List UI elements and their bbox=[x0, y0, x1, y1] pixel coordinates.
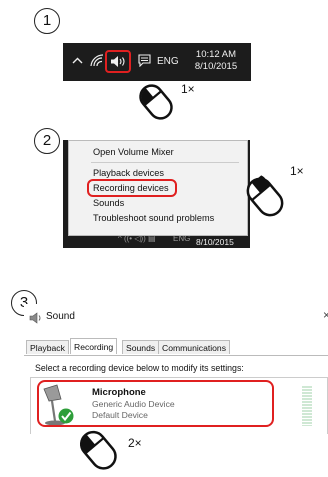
mouse-icon bbox=[139, 84, 173, 120]
mouse-icon bbox=[246, 175, 284, 217]
click-count-label: 2× bbox=[128, 436, 142, 450]
instruction-text: Select a recording device below to modif… bbox=[35, 363, 244, 373]
speaker-app-icon bbox=[29, 311, 43, 329]
chevron-up-icon[interactable] bbox=[72, 56, 83, 69]
wifi-icon[interactable] bbox=[90, 54, 104, 70]
menu-item-sounds[interactable]: Sounds bbox=[93, 196, 124, 210]
action-center-icon[interactable] bbox=[138, 54, 151, 70]
language-indicator[interactable]: ENG bbox=[157, 56, 179, 68]
menu-divider bbox=[91, 162, 239, 163]
menu-item-open-volume-mixer[interactable]: Open Volume Mixer bbox=[93, 145, 174, 159]
clock-date: 8/10/2015 bbox=[196, 237, 234, 247]
tab-playback[interactable]: Playback bbox=[26, 340, 69, 354]
microphone-highlight bbox=[37, 380, 274, 427]
tab-sounds[interactable]: Sounds bbox=[122, 340, 160, 354]
speaker-highlight bbox=[105, 50, 131, 73]
clock[interactable]: 10:12 AM 8/10/2015 bbox=[185, 49, 247, 73]
mouse-icon bbox=[79, 430, 117, 470]
step-1-number: 1 bbox=[34, 8, 60, 34]
clock-date: 8/10/2015 bbox=[194, 61, 238, 72]
click-count-label: 1× bbox=[290, 164, 304, 178]
recording-devices-highlight bbox=[87, 179, 177, 197]
taskbar-tray: ENG 10:12 AM 8/10/2015 bbox=[63, 43, 251, 81]
tab-strip: Playback Recording Sounds Communications bbox=[24, 338, 328, 356]
close-icon[interactable]: × bbox=[323, 308, 328, 322]
tab-recording[interactable]: Recording bbox=[70, 338, 118, 354]
menu-item-playback-devices[interactable]: Playback devices bbox=[93, 166, 164, 180]
level-meter bbox=[302, 386, 312, 426]
click-count-label: 1× bbox=[181, 82, 195, 96]
tab-communications[interactable]: Communications bbox=[158, 340, 230, 354]
dialog-title: Sound bbox=[46, 311, 75, 322]
clock-time: 10:12 AM bbox=[195, 49, 237, 60]
step-2-number: 2 bbox=[34, 128, 60, 154]
tab-divider bbox=[24, 355, 328, 356]
menu-item-troubleshoot[interactable]: Troubleshoot sound problems bbox=[93, 211, 214, 225]
